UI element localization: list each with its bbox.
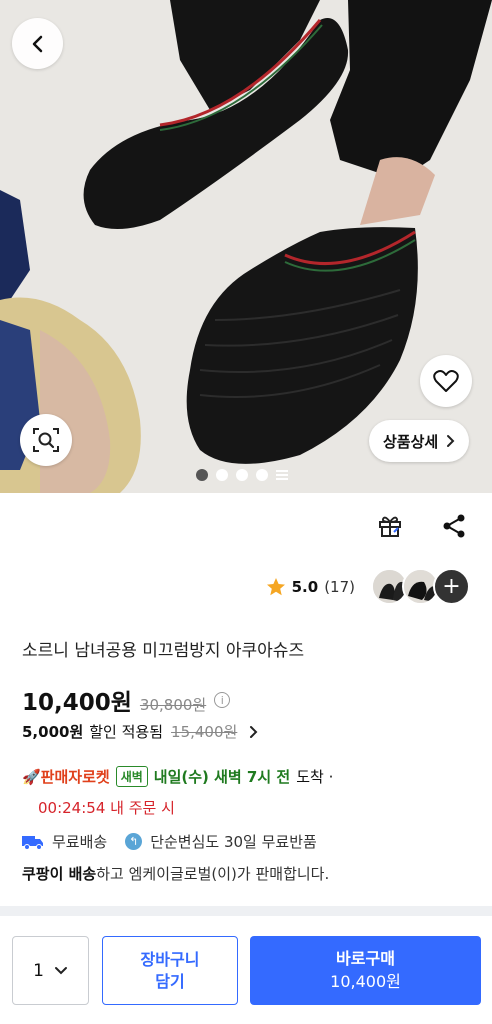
back-arrow-icon: [32, 35, 42, 52]
product-actions: [374, 510, 470, 542]
cart-label-line2: 담기: [155, 971, 185, 991]
review-summary[interactable]: 5.0 (17) +: [266, 568, 470, 605]
share-button[interactable]: [438, 510, 470, 542]
carousel-dot[interactable]: [216, 469, 228, 481]
review-photos-more-button[interactable]: +: [433, 568, 470, 605]
order-countdown: 00:24:54 내 주문 시: [38, 799, 175, 817]
product-detail-label: 상품상세: [383, 432, 439, 451]
review-score: 5.0: [291, 577, 319, 596]
sale-price: 10,400원: [22, 690, 132, 716]
seller-info: 쿠팡이 배송하고 엠케이글로벌(이)가 판매합니다.: [22, 863, 329, 884]
product-title: 소르니 남녀공용 미끄럼방지 아쿠아슈즈: [22, 641, 305, 661]
product-image-carousel[interactable]: 상품상세: [0, 0, 492, 493]
price-row: 10,400원 30,800원 i: [22, 683, 231, 717]
discount-label: 할인 적용됨: [89, 723, 164, 741]
discount-row[interactable]: 5,000원 할인 적용됨 15,400원: [22, 721, 259, 742]
gift-icon: [379, 516, 401, 537]
chevron-right-icon: [447, 435, 455, 447]
carousel-more-icon: [276, 469, 288, 481]
seller-text: 하고 엠케이글로벌(이)가 판매합니다.: [96, 865, 330, 883]
buy-label: 바로구매: [336, 949, 395, 969]
original-price: 30,800원: [139, 696, 207, 714]
star-icon: [266, 577, 285, 595]
add-to-cart-button[interactable]: 장바구니 담기: [102, 936, 238, 1005]
buy-now-button[interactable]: 바로구매 10,400원: [250, 936, 481, 1005]
gift-button[interactable]: [374, 510, 406, 542]
chevron-down-icon: [54, 967, 67, 975]
seller-rocket-label: 🚀판매자로켓: [22, 768, 110, 786]
quantity-value: 1: [33, 960, 44, 981]
carousel-indicator: [196, 469, 288, 481]
review-count: (17): [324, 577, 355, 596]
cart-label-line1: 장바구니: [140, 949, 200, 969]
lens-search-icon: [33, 428, 59, 452]
purchase-bar: 1 장바구니 담기 바로구매 10,400원: [0, 916, 492, 1024]
back-button[interactable]: [12, 18, 63, 69]
shipper-name: 쿠팡이 배송: [22, 865, 97, 883]
arrival-time: 내일(수) 새벽 7시 전: [153, 768, 291, 786]
arrival-suffix: 도착 ·: [296, 768, 334, 786]
delivery-info: 🚀판매자로켓 새벽 내일(수) 새벽 7시 전 도착 ·: [22, 766, 333, 787]
dawn-delivery-badge: 새벽: [115, 766, 148, 787]
quantity-select[interactable]: 1: [12, 936, 89, 1005]
discount-original-price: 15,400원: [171, 723, 238, 741]
return-icon: ↰: [125, 833, 143, 850]
shipping-info: 무료배송 ↰ 단순변심도 30일 무료반품: [22, 831, 317, 852]
more-photos-icon: +: [442, 574, 461, 599]
image-search-button[interactable]: [20, 414, 72, 466]
wishlist-button[interactable]: [420, 355, 472, 407]
truck-icon: [22, 835, 43, 850]
product-detail-button[interactable]: 상품상세: [369, 420, 470, 462]
carousel-dot[interactable]: [256, 469, 268, 481]
buy-price: 10,400원: [330, 971, 401, 991]
carousel-dot[interactable]: [236, 469, 248, 481]
share-icon: [443, 514, 465, 538]
carousel-dot[interactable]: [196, 469, 208, 481]
chevron-right-icon: [250, 725, 258, 738]
section-divider: [0, 906, 492, 916]
heart-icon: [433, 370, 459, 392]
free-shipping-label: 무료배송: [52, 833, 108, 851]
review-photos[interactable]: +: [371, 568, 470, 605]
info-icon[interactable]: i: [214, 692, 231, 708]
free-return-label: 단순변심도 30일 무료반품: [150, 833, 317, 851]
discount-amount: 5,000원: [22, 723, 84, 741]
